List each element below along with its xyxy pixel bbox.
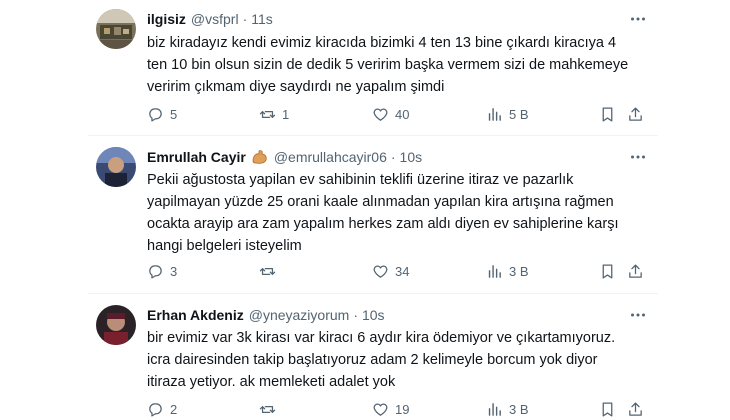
share-button[interactable] xyxy=(627,104,644,124)
retweet-button[interactable] xyxy=(259,261,282,281)
bookmark-icon xyxy=(602,106,613,122)
heart-icon xyxy=(373,265,388,278)
like-count: 19 xyxy=(395,401,410,417)
reply-button[interactable]: 2 xyxy=(147,399,177,419)
heart-icon xyxy=(373,403,388,416)
retweet-button[interactable]: 1 xyxy=(259,104,289,124)
reply-icon xyxy=(149,402,162,417)
avatar[interactable] xyxy=(96,147,136,187)
views-button[interactable]: 5 B xyxy=(486,104,529,124)
more-options-button[interactable] xyxy=(628,9,648,29)
tweet-text-line: ten 10 bin olsun sizin de dedik 5 veriri… xyxy=(147,57,629,73)
retweet-count: 1 xyxy=(282,106,290,122)
retweet-button[interactable] xyxy=(259,399,282,419)
share-button[interactable] xyxy=(627,399,644,419)
tweet-header: ilgisiz @vsfprl · 11s xyxy=(147,9,273,29)
display-name[interactable]: Emrullah Cayir xyxy=(147,149,246,165)
display-name[interactable]: ilgisiz xyxy=(147,11,186,27)
divider xyxy=(88,293,658,294)
bar-chart-icon xyxy=(488,107,501,121)
tweet-text-line: veririm çıkmam diye saydırdı ne yapalım … xyxy=(147,79,445,95)
like-button[interactable]: 19 xyxy=(372,399,409,419)
user-handle[interactable]: @vsfprl xyxy=(191,11,239,27)
user-handle[interactable]: @yneyaziyorum xyxy=(249,307,350,323)
reply-icon xyxy=(149,264,162,279)
reply-count: 2 xyxy=(170,401,178,417)
tweet-text-line: hangi belgeleri isteyelim xyxy=(147,238,302,254)
tweet-text-line: yapilmayan yüzde 25 orani kaale alınmada… xyxy=(147,194,614,210)
reply-icon xyxy=(149,107,162,122)
bar-chart-icon xyxy=(488,264,501,278)
bookmark-button[interactable] xyxy=(599,261,616,281)
more-icon xyxy=(631,155,645,159)
tweet-text-line: bir evimiz var 3k kirası var kiracı 6 ay… xyxy=(147,330,616,346)
tweet-text: biz kiradayız kendi evimiz kiracıda bizi… xyxy=(147,32,652,98)
view-count: 3 B xyxy=(509,263,529,279)
bookmark-button[interactable] xyxy=(599,104,616,124)
views-button[interactable]: 3 B xyxy=(486,399,529,419)
separator: · xyxy=(242,11,248,27)
view-count: 3 B xyxy=(509,401,529,417)
more-icon xyxy=(631,17,645,21)
user-handle[interactable]: @emrullahcayir06 xyxy=(274,149,387,165)
more-icon xyxy=(631,313,645,317)
retweet-icon xyxy=(259,110,276,118)
separator: · xyxy=(390,149,396,165)
display-name[interactable]: Erhan Akdeniz xyxy=(147,307,244,323)
tweet-text: Pekii ağustosta yapilan ev sahibinin tek… xyxy=(147,169,652,257)
bar-chart-icon xyxy=(488,402,501,416)
retweet-icon xyxy=(259,405,276,413)
view-count: 5 B xyxy=(509,106,529,122)
bookmark-icon xyxy=(602,401,613,417)
reply-count: 5 xyxy=(170,106,178,122)
tweet-actions: 5 1 40 5 B xyxy=(147,104,647,124)
more-options-button[interactable] xyxy=(628,147,648,167)
bookmark-button[interactable] xyxy=(599,399,616,419)
reply-count: 3 xyxy=(170,263,178,279)
like-count: 34 xyxy=(395,263,410,279)
tweet-text-line: itiraza yetiyor. ak memleketi adalet yok xyxy=(147,374,396,390)
share-icon xyxy=(629,263,642,278)
flexed-biceps-icon xyxy=(251,149,269,165)
views-button[interactable]: 3 B xyxy=(486,261,529,281)
tweet-text-line: ocakta arayip ara zam yapalım herkes zam… xyxy=(147,216,619,232)
bookmark-icon xyxy=(602,263,613,279)
tweet-text: bir evimiz var 3k kirası var kiracı 6 ay… xyxy=(147,327,652,393)
timestamp[interactable]: 11s xyxy=(251,11,273,27)
like-count: 40 xyxy=(395,106,410,122)
tweet-actions: 2 19 3 B xyxy=(147,399,647,419)
tweet-text-line: icra dairesinden takip başlatıyoruz adam… xyxy=(147,352,598,368)
retweet-icon xyxy=(259,267,276,275)
tweet-actions: 3 34 3 B xyxy=(147,261,647,281)
reply-button[interactable]: 5 xyxy=(147,104,177,124)
avatar[interactable] xyxy=(96,305,136,345)
like-button[interactable]: 40 xyxy=(372,104,409,124)
separator: · xyxy=(353,307,358,323)
more-options-button[interactable] xyxy=(628,305,648,325)
like-button[interactable]: 34 xyxy=(372,261,409,281)
timestamp[interactable]: 10s xyxy=(362,307,385,323)
timestamp[interactable]: 10s xyxy=(400,149,423,165)
tweet-header: Erhan Akdeniz @yneyaziyorum · 10s xyxy=(147,305,385,325)
tweet-text-line: biz kiradayız kendi evimiz kiracıda bizi… xyxy=(147,35,617,51)
tweet-header: Emrullah Cayir @emrullahcayir06 · 10s xyxy=(147,147,422,167)
tweet-text-line: Pekii ağustosta yapilan ev sahibinin tek… xyxy=(147,172,574,188)
divider xyxy=(88,135,658,136)
share-button[interactable] xyxy=(627,261,644,281)
share-icon xyxy=(629,401,642,416)
heart-icon xyxy=(373,108,388,121)
share-icon xyxy=(629,106,642,121)
avatar[interactable] xyxy=(96,9,136,49)
reply-button[interactable]: 3 xyxy=(147,261,177,281)
